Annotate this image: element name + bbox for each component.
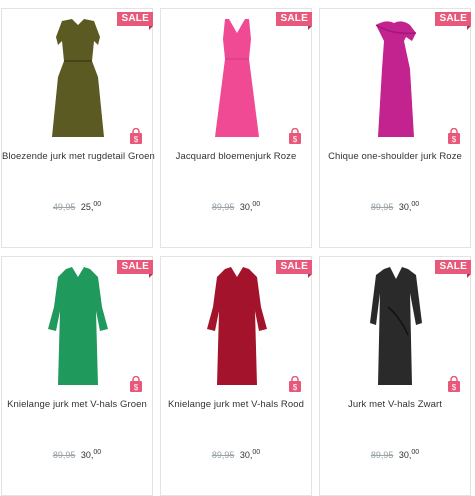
shopping-bag-icon[interactable]: $: [447, 376, 461, 392]
shopping-bag-icon[interactable]: $: [129, 128, 143, 144]
dress-shape: [376, 21, 416, 137]
product-image[interactable]: [366, 267, 426, 391]
dress-shape: [215, 19, 259, 137]
sale-price: 30,00: [239, 449, 261, 460]
dress-shape: [207, 267, 267, 385]
product-name[interactable]: Knielange jurk met V-hals Groen: [2, 399, 152, 410]
product-image[interactable]: [48, 267, 108, 391]
sale-price: 25,00: [80, 201, 102, 212]
product-card[interactable]: SALE $ Bloezende jurk met rugdetail Groe…: [1, 8, 155, 248]
old-price: 89,95: [211, 450, 235, 460]
product-price: 89,95 30,00: [320, 449, 470, 460]
product-name[interactable]: Jacquard bloemenjurk Roze: [161, 151, 311, 162]
svg-text:$: $: [134, 383, 139, 392]
sale-price: 30,00: [239, 201, 261, 212]
product-image[interactable]: [48, 19, 108, 143]
dress-shape: [48, 267, 108, 385]
svg-text:$: $: [452, 135, 457, 144]
product-price: 89,95 30,00: [161, 201, 311, 212]
sale-badge: SALE: [434, 12, 472, 30]
sale-price: 30,00: [80, 449, 102, 460]
shopping-bag-icon[interactable]: $: [447, 128, 461, 144]
svg-text:$: $: [452, 383, 457, 392]
old-price: 49,95: [52, 202, 76, 212]
shopping-bag-icon[interactable]: $: [129, 376, 143, 392]
dress-shape: [52, 19, 104, 137]
product-grid: SALE $ Bloezende jurk met rugdetail Groe…: [0, 0, 475, 496]
sale-badge: SALE: [116, 260, 154, 278]
product-card[interactable]: SALE $ Knielange jurk met V-hals Groen 8…: [1, 256, 154, 496]
product-image[interactable]: [366, 19, 426, 143]
product-card[interactable]: SALE $ Jurk met V-hals Zwart 89,95 30,00: [319, 256, 472, 496]
old-price: 89,95: [370, 450, 394, 460]
product-price: 89,95 30,00: [161, 449, 311, 460]
product-price: 89,95 30,00: [2, 449, 152, 460]
product-name[interactable]: Jurk met V-hals Zwart: [320, 399, 470, 410]
svg-text:$: $: [134, 135, 139, 144]
sale-badge: SALE: [275, 260, 313, 278]
sale-price: 30,00: [398, 201, 420, 212]
product-image[interactable]: [207, 19, 267, 143]
dress-shape: [370, 267, 422, 385]
sale-price: 30,00: [398, 449, 420, 460]
product-card[interactable]: SALE $ Chique one-shoulder jurk Roze 89,…: [319, 8, 472, 248]
old-price: 89,95: [211, 202, 235, 212]
product-name[interactable]: Knielange jurk met V-hals Rood: [161, 399, 311, 410]
product-price: 49,95 25,00: [2, 201, 152, 212]
sale-badge: SALE: [434, 260, 472, 278]
svg-text:$: $: [293, 383, 298, 392]
shopping-bag-icon[interactable]: $: [288, 128, 302, 144]
product-name[interactable]: Bloezende jurk met rugdetail Groen: [2, 151, 155, 162]
product-image[interactable]: [207, 267, 267, 391]
product-name[interactable]: Chique one-shoulder jurk Roze: [320, 151, 470, 162]
sale-badge: SALE: [275, 12, 313, 30]
old-price: 89,95: [52, 450, 76, 460]
product-card[interactable]: SALE $ Jacquard bloemenjurk Roze 89,95 3…: [160, 8, 313, 248]
svg-text:$: $: [293, 135, 298, 144]
product-card[interactable]: SALE $ Knielange jurk met V-hals Rood 89…: [160, 256, 313, 496]
old-price: 89,95: [370, 202, 394, 212]
sale-badge: SALE: [116, 12, 154, 30]
product-price: 89,95 30,00: [320, 201, 470, 212]
shopping-bag-icon[interactable]: $: [288, 376, 302, 392]
